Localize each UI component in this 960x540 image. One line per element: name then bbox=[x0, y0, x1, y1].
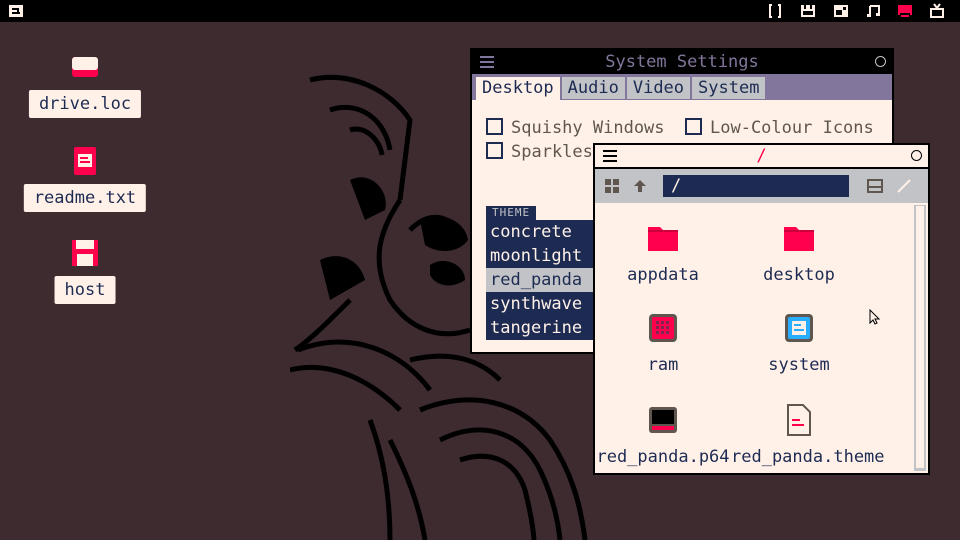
theme-label: THEME bbox=[486, 206, 537, 220]
floppy-icon bbox=[70, 238, 100, 268]
desktop-icon-readme[interactable]: readme.txt bbox=[15, 146, 155, 216]
top-bar bbox=[0, 0, 960, 22]
checkbox-sparkles[interactable]: Sparkles bbox=[486, 142, 593, 162]
drive-icon bbox=[70, 52, 100, 82]
window-icon[interactable] bbox=[833, 3, 849, 19]
split-view-icon[interactable] bbox=[867, 179, 883, 193]
music-icon[interactable] bbox=[865, 3, 881, 19]
file-item-label: ram bbox=[647, 355, 679, 375]
file-item-red-panda-theme[interactable]: red_panda.theme bbox=[731, 403, 885, 467]
file-item-red-panda-p64[interactable]: red_panda.p64 bbox=[595, 403, 731, 467]
close-icon[interactable] bbox=[875, 56, 886, 67]
red-window-icon[interactable] bbox=[897, 3, 913, 19]
path-input[interactable] bbox=[663, 175, 849, 197]
settings-tabs: Desktop Audio Video System bbox=[472, 74, 892, 100]
checkbox-box[interactable] bbox=[486, 142, 503, 159]
theme-item-moonlight[interactable]: moonlight bbox=[486, 244, 596, 268]
scroll-thumb[interactable] bbox=[915, 205, 925, 469]
document-icon bbox=[70, 146, 100, 176]
theme-item-synthwave[interactable]: synthwave bbox=[486, 292, 596, 316]
file-item-appdata[interactable]: appdata bbox=[595, 221, 731, 285]
settings-titlebar[interactable]: System Settings bbox=[472, 50, 892, 74]
system-icon bbox=[782, 311, 816, 345]
close-icon[interactable] bbox=[911, 150, 922, 161]
theme-item-red-panda[interactable]: red_panda bbox=[486, 268, 596, 292]
folder-icon bbox=[782, 221, 816, 255]
tab-audio[interactable]: Audio bbox=[561, 77, 625, 99]
checkbox-low-colour-icons[interactable]: Low-Colour Icons bbox=[685, 118, 874, 138]
tab-system[interactable]: System bbox=[692, 77, 766, 99]
checkbox-label: Sparkles bbox=[511, 142, 593, 162]
file-icon bbox=[782, 403, 816, 437]
checkbox-box[interactable] bbox=[685, 118, 702, 135]
grid-view-icon[interactable] bbox=[605, 179, 619, 193]
cursor-icon bbox=[869, 309, 881, 325]
braces-icon[interactable] bbox=[767, 3, 783, 19]
up-arrow-icon[interactable] bbox=[633, 179, 647, 193]
window-title: System Settings bbox=[605, 52, 759, 72]
file-item-label: red_panda.p64 bbox=[596, 447, 730, 467]
theme-item-tangerine[interactable]: tangerine bbox=[486, 316, 596, 340]
checkbox-label: Squishy Windows bbox=[511, 118, 665, 138]
system-logo-icon[interactable] bbox=[8, 3, 24, 19]
checkbox-box[interactable] bbox=[486, 118, 503, 135]
file-item-label: system bbox=[768, 355, 830, 375]
edit-pencil-icon[interactable] bbox=[897, 179, 911, 193]
tab-desktop[interactable]: Desktop bbox=[476, 77, 560, 100]
folder-icon bbox=[646, 221, 680, 255]
desktop-icon-label: drive.loc bbox=[28, 90, 142, 118]
theme-list: concrete moonlight red_panda synthwave t… bbox=[486, 220, 596, 340]
desktop-icon-label: readme.txt bbox=[23, 184, 147, 212]
file-item-ram[interactable]: ram bbox=[595, 311, 731, 375]
window-title: / bbox=[756, 146, 767, 166]
desktop-icon-label: host bbox=[54, 276, 116, 304]
tv-icon[interactable] bbox=[929, 3, 945, 19]
cartridge-icon bbox=[646, 403, 680, 437]
files-titlebar[interactable]: / bbox=[595, 145, 928, 169]
desktop-icon-host[interactable]: host bbox=[15, 238, 155, 308]
desktop-icon-drive[interactable]: drive.loc bbox=[15, 52, 155, 122]
file-item-label: appdata bbox=[627, 265, 699, 285]
vertical-scrollbar[interactable] bbox=[914, 205, 926, 471]
checkbox-label: Low-Colour Icons bbox=[710, 118, 874, 138]
files-toolbar bbox=[595, 169, 928, 203]
file-item-label: red_panda.theme bbox=[731, 447, 885, 467]
checkbox-squishy-windows[interactable]: Squishy Windows bbox=[486, 118, 665, 138]
file-item-label: desktop bbox=[763, 265, 835, 285]
cat-icon[interactable] bbox=[800, 3, 816, 19]
theme-item-concrete[interactable]: concrete bbox=[486, 220, 596, 244]
tab-video[interactable]: Video bbox=[626, 77, 691, 99]
file-item-system[interactable]: system bbox=[731, 311, 867, 375]
file-item-desktop[interactable]: desktop bbox=[731, 221, 867, 285]
ram-icon bbox=[646, 311, 680, 345]
